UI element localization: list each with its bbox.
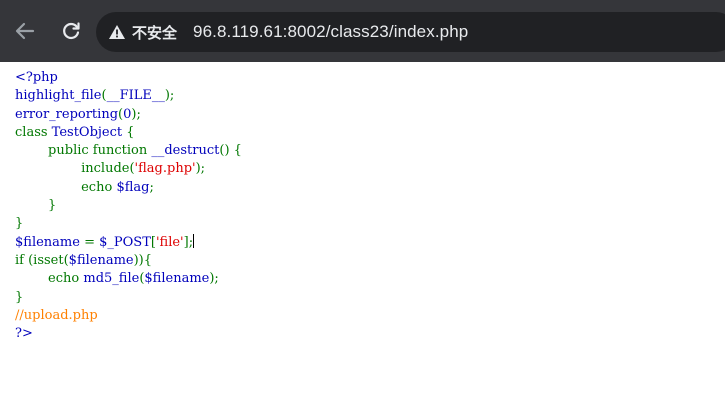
security-label: 不安全 <box>132 23 178 42</box>
code-line: public function __destruct() { <box>15 142 242 160</box>
code-token-keyword: = <box>84 234 100 250</box>
code-token-default: highlight_file <box>15 88 102 104</box>
code-token-default: $filename <box>144 271 210 287</box>
back-button[interactable] <box>8 14 42 48</box>
code-token-keyword: echo <box>15 179 117 195</box>
code-token-keyword: ); <box>164 88 175 104</box>
text-caret <box>193 233 195 248</box>
code-token-default: md5_file <box>83 271 140 287</box>
code-line: echo $flag; <box>15 179 242 197</box>
page-content: <?php highlight_file(__FILE__); error_repo… <box>0 62 725 404</box>
code-token-keyword: } <box>15 289 24 305</box>
code-line: echo md5_file($filename); <box>15 270 242 288</box>
code-token-keyword: { <box>126 124 135 140</box>
address-bar[interactable]: 不安全 96.8.119.61:8002/class23/index.php <box>96 12 725 52</box>
code-token-keyword: } <box>15 198 57 214</box>
code-token-keyword: public function <box>15 143 152 159</box>
code-token-default: __FILE__ <box>106 88 165 104</box>
code-token-keyword: ); <box>209 271 219 287</box>
code-token-default: TestObject <box>51 124 127 140</box>
code-token-keyword: )){ <box>133 252 153 268</box>
code-token-default: ?> <box>15 326 33 342</box>
code-token-keyword: if (isset( <box>15 252 69 268</box>
code-line: } <box>15 289 242 307</box>
code-token-default: $filename <box>68 252 134 268</box>
highlighted-source-code: <?php highlight_file(__FILE__); error_repo… <box>15 69 242 343</box>
code-token-default: $_POST <box>99 234 151 250</box>
code-token-keyword: } <box>15 216 24 232</box>
code-token-keyword: ; <box>149 179 154 195</box>
reload-button[interactable] <box>54 14 88 48</box>
code-token-default: $flag <box>116 179 150 195</box>
code-line: $filename = $_POST['file']; <box>15 233 242 252</box>
code-token-default: error_reporting <box>15 106 119 122</box>
code-token-keyword: ); <box>131 106 141 122</box>
code-line: } <box>15 215 242 233</box>
code-token-string: 'flag.php' <box>134 161 196 177</box>
code-token-default: __destruct <box>151 143 220 159</box>
code-token-keyword: () { <box>219 143 242 159</box>
code-token-string: 'file' <box>155 234 184 250</box>
code-line: if (isset($filename)){ <box>15 252 242 270</box>
code-line: } <box>15 197 242 215</box>
code-line: class TestObject { <box>15 124 242 142</box>
back-arrow-icon <box>15 22 35 40</box>
browser-toolbar: 不安全 96.8.119.61:8002/class23/index.php <box>0 0 725 62</box>
code-token-keyword: ]; <box>183 234 194 250</box>
code-token-keyword: class <box>15 124 52 140</box>
code-line: include('flag.php'); <box>15 160 242 178</box>
warning-triangle-icon <box>108 23 126 41</box>
code-token-comment: //upload.php <box>15 307 98 323</box>
code-line: highlight_file(__FILE__); <box>15 87 242 105</box>
code-token-keyword: echo <box>15 271 84 287</box>
code-line: <?php <box>15 69 242 87</box>
code-token-keyword: include( <box>15 161 135 177</box>
url-text[interactable]: 96.8.119.61:8002/class23/index.php <box>193 22 468 42</box>
code-token-default: <?php <box>15 70 58 85</box>
code-token-keyword: ); <box>195 161 206 177</box>
reload-icon <box>63 22 80 40</box>
security-indicator[interactable]: 不安全 <box>108 12 177 52</box>
code-token-default: $filename <box>15 234 85 250</box>
code-line: error_reporting(0); <box>15 106 242 124</box>
code-line: //upload.php <box>15 307 242 325</box>
code-line: ?> <box>15 325 242 343</box>
